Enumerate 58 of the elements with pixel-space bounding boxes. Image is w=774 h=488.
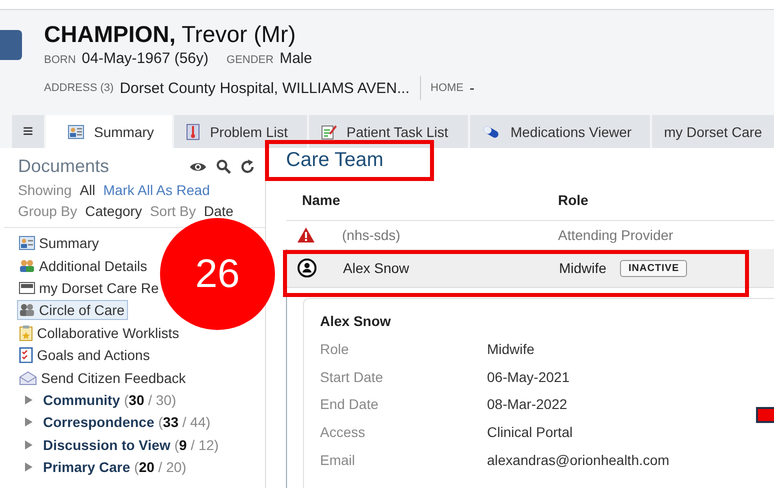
sort-by-label: Sort By xyxy=(150,203,196,219)
gender-label: GENDER xyxy=(226,54,274,66)
category-name[interactable]: Primary Care xyxy=(43,459,130,476)
member-role: Midwife xyxy=(559,260,606,276)
document-item[interactable]: Summary xyxy=(17,233,102,254)
category-count: (33 / 44) xyxy=(158,414,210,430)
detail-name: Alex Snow xyxy=(320,313,392,329)
category-name[interactable]: Community xyxy=(43,392,120,408)
care-team-row[interactable]: (nhs-sds) Attending Provider xyxy=(286,221,774,249)
field-value: alexandras@orionhealth.com xyxy=(487,452,670,468)
field-value: 06-May-2021 xyxy=(487,368,570,385)
tab[interactable]: my Dorset Care xyxy=(652,115,774,148)
category-name[interactable]: Correspondence xyxy=(43,414,154,430)
category-count: (20 / 20) xyxy=(134,459,186,476)
field-label: Role xyxy=(320,340,350,357)
document-item[interactable]: Send Citizen Feedback xyxy=(17,368,189,388)
member-name: (nhs-sds) xyxy=(341,227,402,243)
home-label: HOME xyxy=(430,82,464,94)
status-tag: INACTIVE xyxy=(620,260,688,276)
column-header: Name xyxy=(301,192,342,208)
category-count: (9 / 12) xyxy=(174,436,219,453)
category-count: (30 / 30) xyxy=(124,392,176,408)
document-item[interactable]: Goals and Actions xyxy=(17,345,153,366)
address-label: ADDRESS (3) xyxy=(44,82,114,94)
field-label: Start Date xyxy=(320,368,384,385)
mark-all-read-link[interactable]: Mark All As Read xyxy=(103,182,210,198)
address-value: Dorset County Hospital, WILLIAMS AVEN... xyxy=(120,80,410,96)
documents-title: Documents xyxy=(18,156,110,177)
menu-button[interactable]: ≡ xyxy=(12,115,44,148)
showing-label: Showing xyxy=(18,182,72,198)
born-label: BORN xyxy=(44,54,76,66)
field-label: Access xyxy=(320,424,366,440)
step-badge: 26 xyxy=(160,218,275,330)
field-label: Email xyxy=(320,452,356,468)
showing-value[interactable]: All xyxy=(80,182,96,198)
care-team-title: Care Team xyxy=(286,149,384,172)
tab[interactable]: Patient Task List xyxy=(308,115,468,148)
home-value: - xyxy=(470,80,475,96)
group-by-label: Group By xyxy=(18,203,78,219)
field-value: 08-Mar-2022 xyxy=(487,396,568,412)
tab[interactable]: Summary xyxy=(46,115,172,148)
column-header: Role xyxy=(558,192,588,208)
field-label: End Date xyxy=(320,396,380,412)
document-item[interactable]: Circle of Care xyxy=(17,300,128,320)
tab[interactable]: Problem List xyxy=(174,115,306,148)
field-value: Midwife xyxy=(487,340,534,357)
sort-by-value[interactable]: Date xyxy=(204,203,234,219)
document-item[interactable]: Additional Details xyxy=(17,256,150,276)
category-name[interactable]: Discussion to View xyxy=(43,436,170,453)
member-role: Attending Provider xyxy=(558,227,674,243)
patient-name: CHAMPION, Trevor (Mr) xyxy=(44,20,297,48)
gender-value: Male xyxy=(280,50,312,67)
member-name: Alex Snow xyxy=(342,260,410,276)
born-value: 04-May-1967 (56y) xyxy=(82,50,209,67)
tab[interactable]: Medications Viewer xyxy=(470,115,650,148)
document-item[interactable]: my Dorset Care Re xyxy=(17,278,162,298)
field-value: Clinical Portal xyxy=(487,424,573,440)
group-by-value[interactable]: Category xyxy=(85,203,142,219)
